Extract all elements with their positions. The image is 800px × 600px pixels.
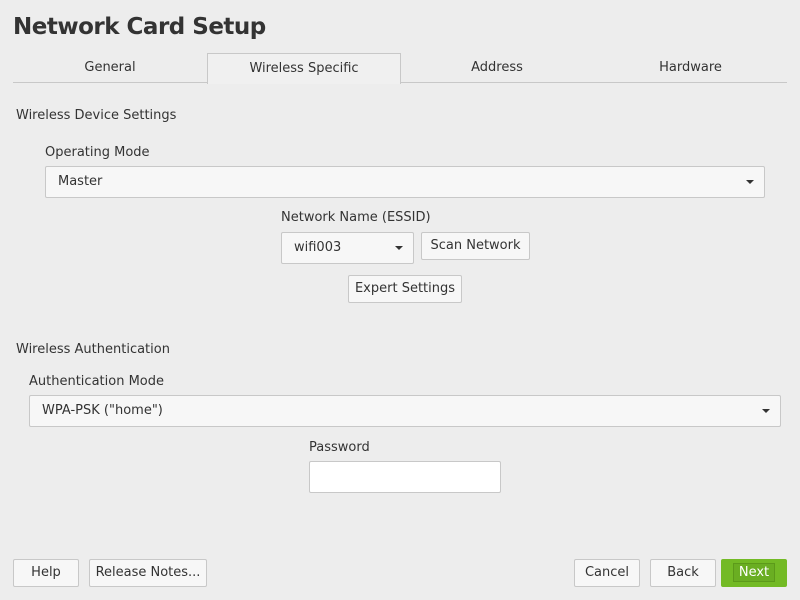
essid-value: wifi003 [294, 240, 342, 255]
cancel-button[interactable]: Cancel [574, 559, 640, 587]
operating-mode-select[interactable]: Master [45, 166, 765, 198]
essid-label: Network Name (ESSID) [281, 210, 431, 225]
wireless-device-settings-heading: Wireless Device Settings [16, 108, 177, 123]
operating-mode-label: Operating Mode [45, 145, 150, 160]
back-button[interactable]: Back [650, 559, 716, 587]
essid-select[interactable]: wifi003 [281, 232, 414, 264]
tab-address[interactable]: Address [400, 53, 594, 82]
authentication-mode-value: WPA-PSK ("home") [42, 403, 163, 418]
next-button[interactable]: Next [721, 559, 787, 587]
chevron-down-icon [746, 180, 754, 184]
authentication-mode-select[interactable]: WPA-PSK ("home") [29, 395, 781, 427]
tab-hardware[interactable]: Hardware [594, 53, 787, 82]
release-notes-button[interactable]: Release Notes... [89, 559, 207, 587]
next-label: Next [732, 563, 776, 582]
help-button[interactable]: Help [13, 559, 79, 587]
page-title: Network Card Setup [13, 14, 266, 40]
password-label: Password [309, 440, 370, 455]
tab-wireless-specific[interactable]: Wireless Specific [207, 53, 401, 84]
password-input[interactable] [309, 461, 501, 493]
chevron-down-icon [395, 246, 403, 250]
operating-mode-value: Master [58, 174, 103, 189]
tab-general[interactable]: General [13, 53, 207, 82]
expert-settings-button[interactable]: Expert Settings [348, 275, 462, 303]
authentication-mode-label: Authentication Mode [29, 374, 164, 389]
scan-network-button[interactable]: Scan Network [421, 232, 530, 260]
chevron-down-icon [762, 409, 770, 413]
wireless-authentication-heading: Wireless Authentication [16, 342, 170, 357]
